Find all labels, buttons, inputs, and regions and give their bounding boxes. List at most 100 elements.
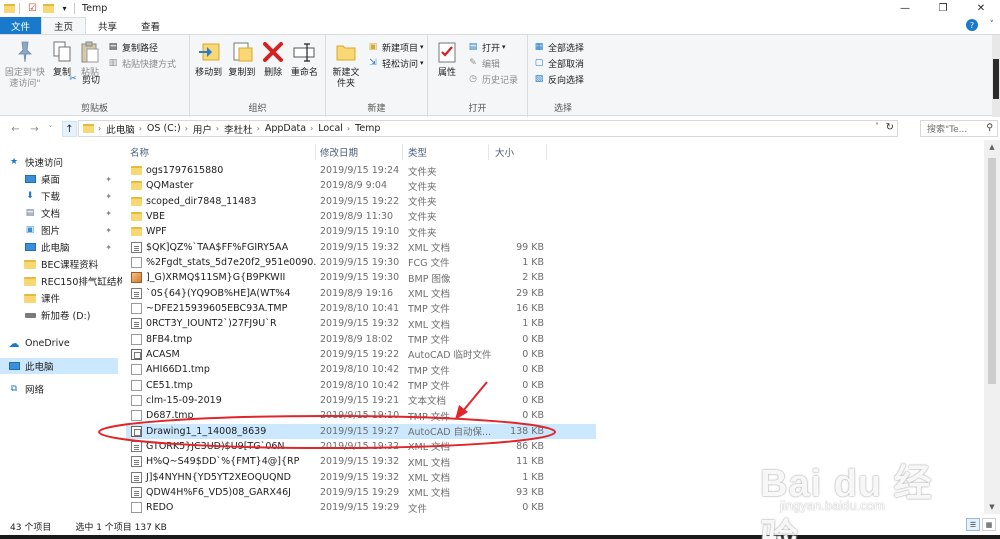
table-row[interactable]: H%Q~S49$DD`%{FMT}4@]{RP 2019/9/15 19:32 XM… <box>126 454 596 469</box>
table-row[interactable]: scoped_dir7848_11483 2019/9/15 19:22 文件夹 <box>126 194 596 209</box>
tab-share[interactable]: 共享 <box>86 17 129 34</box>
file-list-scrollbar[interactable]: ▲ ▼ <box>984 140 1000 514</box>
nav-desktop[interactable]: 桌面 ✦ <box>0 171 118 187</box>
history-button[interactable]: ◷ 历史记录 <box>467 71 518 87</box>
column-header-date[interactable]: 修改日期 <box>320 144 358 160</box>
nav-this-pc[interactable]: 此电脑 <box>0 358 118 374</box>
pin-icon[interactable]: ✦ <box>105 175 112 184</box>
nav-folder-bec[interactable]: BEC课程资料 <box>0 256 118 272</box>
table-row[interactable]: ]_G)XRMQ$11SM}G{B9PKWII 2019/9/15 19:30 BM… <box>126 270 596 285</box>
nav-folder-rec150[interactable]: REC150排气缸结构 <box>0 273 126 289</box>
help-icon[interactable]: ? <box>966 19 978 31</box>
column-divider[interactable] <box>402 144 403 160</box>
scrollbar-thumb[interactable] <box>988 158 996 384</box>
pin-icon[interactable]: ✦ <box>105 243 112 252</box>
table-row[interactable]: VBE 2019/8/9 11:30 文件夹 <box>126 209 596 224</box>
table-row[interactable]: GTORK5}JC3UD)$U9[TG`06N 2019/9/15 19:32 XM… <box>126 439 596 454</box>
table-row[interactable]: clm-15-09-2019 2019/9/15 19:21 文本文档 0 KB <box>126 393 596 408</box>
breadcrumb-separator[interactable]: › <box>257 124 260 133</box>
pin-icon[interactable]: ✦ <box>105 192 112 201</box>
nav-network[interactable]: ⧉ 网络 <box>0 381 118 397</box>
nav-this-pc-pinned[interactable]: 此电脑 ✦ <box>0 239 118 255</box>
table-row[interactable]: CE51.tmp 2019/8/10 10:42 TMP 文件 0 KB <box>126 378 596 393</box>
tab-view[interactable]: 查看 <box>129 17 172 34</box>
table-row[interactable]: D687.tmp 2019/9/15 19:10 TMP 文件 0 KB <box>126 408 596 423</box>
table-row[interactable]: %2Fgdt_stats_5d7e20f2_951e0090.fcg 2019/9… <box>126 255 596 270</box>
minimize-button[interactable]: — <box>886 0 924 17</box>
table-row[interactable]: QQMaster 2019/8/9 9:04 文件夹 <box>126 178 596 193</box>
breadcrumb-separator[interactable]: › <box>347 124 350 133</box>
search-input[interactable]: 搜索"Te... ⚲ <box>920 120 998 137</box>
breadcrumb-local[interactable]: Local <box>318 123 343 134</box>
breadcrumb-separator[interactable]: › <box>216 124 219 133</box>
file-name: `0S{64}(YQ9OB%HE]A(WT%4 <box>146 287 291 299</box>
copy-path-button[interactable]: ▤ 复制路径 <box>107 39 176 55</box>
nav-drive-d[interactable]: 新加卷 (D:) <box>0 307 118 323</box>
nav-onedrive[interactable]: ☁ OneDrive <box>0 335 118 351</box>
new-folder-quick-icon[interactable] <box>42 2 55 15</box>
pin-icon[interactable]: ✦ <box>105 209 112 218</box>
pin-icon[interactable]: ✦ <box>105 226 112 235</box>
table-row[interactable]: ~DFE215939605EBC93A.TMP 2019/8/10 10:41 TM… <box>126 301 596 316</box>
tab-file[interactable]: 文件 <box>0 17 42 34</box>
open-button[interactable]: ▤ 打开 ▾ <box>467 39 518 55</box>
column-header-type[interactable]: 类型 <box>408 144 427 160</box>
large-icons-view-icon[interactable]: ▦ <box>982 518 996 531</box>
nav-pictures[interactable]: ▣ 图片 ✦ <box>0 222 118 238</box>
select-none-button[interactable]: ▢ 全部取消 <box>533 55 584 71</box>
maximize-button[interactable]: ❐ <box>924 0 962 17</box>
table-row[interactable]: WPF 2019/9/15 19:10 文件夹 <box>126 224 596 239</box>
column-divider[interactable] <box>315 144 316 160</box>
column-divider[interactable] <box>546 144 547 160</box>
customize-quick-access-icon[interactable]: ▾ <box>58 2 71 15</box>
table-row[interactable]: ACASM 2019/9/15 19:22 AutoCAD 临时文件 0 KB <box>126 347 596 362</box>
cut-button[interactable]: ✂ 剪切 <box>67 71 176 87</box>
breadcrumb-separator[interactable]: › <box>185 124 188 133</box>
tab-home[interactable]: 主页 <box>41 17 87 34</box>
nav-downloads[interactable]: ⬇ 下载 ✦ <box>0 188 118 204</box>
up-arrow-icon[interactable]: ↑ <box>62 121 77 137</box>
breadcrumb-os-c[interactable]: OS (C:) <box>147 123 181 134</box>
nav-folder-courseware[interactable]: 课件 <box>0 290 118 306</box>
breadcrumb-appdata[interactable]: AppData <box>265 123 306 134</box>
nav-documents[interactable]: ▤ 文档 ✦ <box>0 205 118 221</box>
address-bar[interactable]: › 此电脑 › OS (C:) › 用户 › 李杜杜 › AppData › Local ›… <box>78 120 898 137</box>
table-row[interactable]: J]$4NYHN{YD5YT2XEOQUQND 2019/9/15 19:32 XM… <box>126 470 596 485</box>
table-row[interactable]: ogs1797615880 2019/9/15 19:24 文件夹 <box>126 163 596 178</box>
refresh-icon[interactable]: ↻ <box>886 122 894 133</box>
chevron-down-icon[interactable]: ˅ <box>990 20 995 30</box>
breadcrumb-temp[interactable]: Temp <box>355 123 380 134</box>
paste-shortcut-button[interactable]: ▥ 粘贴快捷方式 <box>107 55 176 71</box>
table-row[interactable]: `0S{64}(YQ9OB%HE]A(WT%4 2019/8/9 19:16 XML… <box>126 286 596 301</box>
table-row[interactable]: Drawing1_1_14008_8639 2019/9/15 19:27 Auto… <box>126 423 596 439</box>
scroll-down-arrow-icon[interactable]: ▼ <box>984 500 1000 514</box>
table-row[interactable]: $QK]QZ%`TAA$FF%FGIRY5AA 2019/9/15 19:32 XM… <box>126 240 596 255</box>
forward-arrow-icon[interactable]: → <box>27 121 42 137</box>
chevron-down-icon[interactable]: ˅ <box>875 122 879 131</box>
table-row[interactable]: AHI66D1.tmp 2019/8/10 10:42 TMP 文件 0 KB <box>126 362 596 377</box>
new-item-button[interactable]: ▣ 新建项目 ▾ <box>367 39 424 55</box>
ribbon-edge-scrollbar[interactable] <box>992 35 1000 117</box>
back-arrow-icon[interactable]: ← <box>8 121 23 137</box>
properties-quick-icon[interactable]: ☑ <box>26 2 39 15</box>
breadcrumb-separator[interactable]: › <box>310 124 313 133</box>
breadcrumb-this-pc[interactable]: 此电脑 <box>106 122 135 136</box>
ribbon-edge-scrollbar-thumb[interactable] <box>993 59 999 99</box>
nav-quick-access[interactable]: ★ 快速访问 <box>0 154 118 170</box>
invert-selection-button[interactable]: ▧ 反向选择 <box>533 71 584 87</box>
select-all-button[interactable]: ▦ 全部选择 <box>533 39 584 55</box>
scroll-up-arrow-icon[interactable]: ▲ <box>984 140 1000 154</box>
recent-locations-chevron-icon[interactable]: ˅ <box>43 121 58 137</box>
breadcrumb-separator[interactable]: › <box>139 124 142 133</box>
close-button[interactable]: ✕ <box>962 0 1000 17</box>
table-row[interactable]: 0RCT3Y_IOUNT2`)27FJ9U`R 2019/9/15 19:32 XM… <box>126 316 596 331</box>
breadcrumb-users[interactable]: 用户 <box>193 122 212 136</box>
breadcrumb-user[interactable]: 李杜杜 <box>224 122 253 136</box>
column-divider[interactable] <box>488 144 489 160</box>
easy-access-button[interactable]: ⇲ 轻松访问 ▾ <box>367 55 423 71</box>
edit-button[interactable]: ✎ 编辑 <box>467 55 518 71</box>
table-row[interactable]: QDW4H%F6_VD5)08_GARX46J 2019/9/15 19:29 XM… <box>126 485 596 500</box>
column-header-size[interactable]: 大小 <box>495 144 514 160</box>
table-row[interactable]: 8FB4.tmp 2019/8/9 18:02 TMP 文件 0 KB <box>126 332 596 347</box>
column-header-name[interactable]: 名称 <box>130 144 149 160</box>
